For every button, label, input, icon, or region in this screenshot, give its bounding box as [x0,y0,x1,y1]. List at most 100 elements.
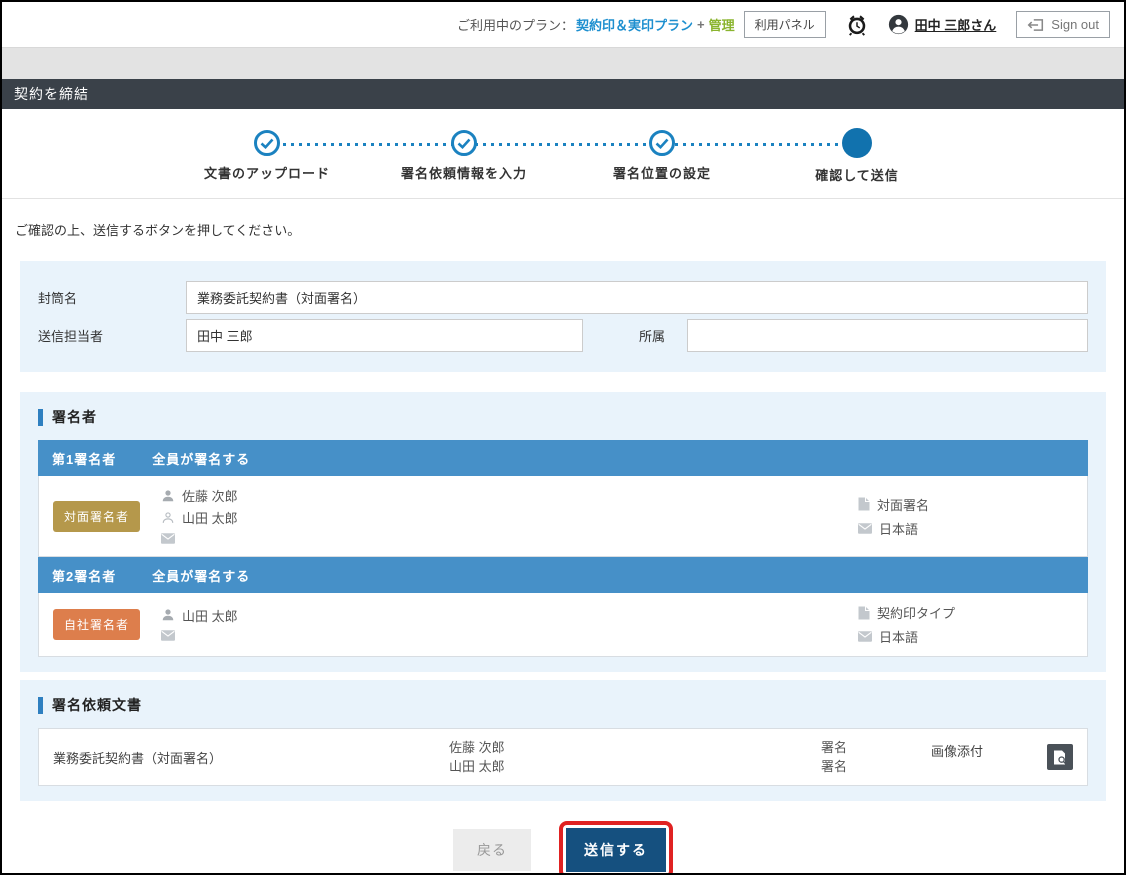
document-preview-button[interactable] [1047,744,1073,770]
signers-section-label: 署名者 [52,407,97,427]
document-signers: 佐藤 次郎 山田 太郎 [449,738,821,776]
section-title-bar [38,409,43,426]
envelope-icon [858,523,872,534]
envelope-name-input[interactable] [186,281,1088,314]
own-company-signer-badge: 自社署名者 [53,609,140,640]
document-sign-labels: 署名 署名 [821,738,931,776]
signer-email-line [161,530,858,546]
signers-panel: 署名者 第1署名者 全員が署名する 対面署名者 佐藤 次郎 [20,392,1106,672]
document-search-icon [1053,750,1067,765]
page-title-bar: 契約を締結 [2,79,1124,109]
signer-names: 山田 太郎 [161,603,858,646]
usage-panel-button[interactable]: 利用パネル [744,11,826,38]
sender-input[interactable] [186,319,583,352]
documents-section-title: 署名依頼文書 [38,695,1088,715]
language-label: 日本語 [879,627,918,646]
step-current-icon [842,128,872,158]
face-to-face-signer-badge: 対面署名者 [53,501,140,532]
page-title: 契約を締結 [14,84,89,104]
user-avatar-icon [888,14,909,35]
signer-order-label: 第1署名者 [52,449,116,468]
document-signer: 佐藤 次郎 [449,738,821,757]
step-label: 文書のアップロード [157,163,377,182]
sign-label: 署名 [821,738,931,757]
signer-name: 山田 太郎 [182,508,238,527]
signer-names: 佐藤 次郎 山田 太郎 [161,486,858,546]
signer-info: 対面署名 日本語 [858,486,1073,546]
envelope-icon [161,533,175,544]
language-line: 日本語 [858,519,1073,538]
sign-out-button[interactable]: Sign out [1016,11,1110,38]
envelope-form-panel: 封筒名 送信担当者 所属 [20,261,1106,372]
signer-group-2-header: 第2署名者 全員が署名する [38,557,1088,593]
documents-panel: 署名依頼文書 業務委託契約書（対面署名） 佐藤 次郎 山田 太郎 署名 署名 画… [20,680,1106,801]
plan-name: 契約印＆実印プラン [576,15,693,34]
signer-mode-label: 全員が署名する [152,449,250,468]
signer-name: 佐藤 次郎 [182,486,238,505]
step-done-icon [451,130,477,156]
step-request-info: 署名依頼情報を入力 [354,130,574,182]
person-icon [161,489,175,503]
envelope-name-row: 封筒名 [38,281,1088,314]
sign-type-label: 契約印タイプ [877,603,955,622]
signer-name-line: 山田 太郎 [161,606,858,625]
signer-info: 契約印タイプ 日本語 [858,603,1073,646]
step-done-icon [254,130,280,156]
send-button[interactable]: 送信する [566,828,666,872]
document-signer: 山田 太郎 [449,757,821,776]
document-row: 業務委託契約書（対面署名） 佐藤 次郎 山田 太郎 署名 署名 画像添付 [38,728,1088,786]
topbar: ご利用中のプラン： 契約印＆実印プラン + 管理 利用パネル [2,2,1124,47]
document-icon [858,497,870,511]
sub-header-strip [2,47,1124,79]
sign-out-label: Sign out [1051,17,1099,32]
current-plan: ご利用中のプラン： 契約印＆実印プラン + 管理 [457,2,735,47]
footer-actions: 戻る 送信する [2,801,1124,875]
document-name: 業務委託契約書（対面署名） [53,738,449,776]
signer-group-2-row: 自社署名者 山田 太郎 [38,593,1088,657]
user-name-link[interactable]: 田中 三郎さん [915,15,997,34]
sender-row: 送信担当者 所属 [38,319,1088,352]
send-button-highlight: 送信する [559,821,673,875]
step-label: 署名依頼情報を入力 [354,163,574,182]
department-label: 所属 [639,326,687,345]
sign-type-line: 対面署名 [858,495,1073,514]
document-icon [858,606,870,620]
language-label: 日本語 [879,519,918,538]
alarm-clock-icon[interactable] [846,14,868,36]
envelope-icon [858,631,872,642]
sign-out-icon [1027,18,1044,32]
plan-admin: 管理 [709,15,735,34]
department-input[interactable] [687,319,1088,352]
language-line: 日本語 [858,627,1073,646]
topbar-controls: 利用パネル 田中 [744,11,1110,38]
person-outline-icon [161,511,175,525]
back-button[interactable]: 戻る [453,829,531,871]
sign-type-label: 対面署名 [877,495,929,514]
step-upload: 文書のアップロード [157,130,377,182]
step-sign-position: 署名位置の設定 [552,130,772,182]
step-label: 署名位置の設定 [552,163,772,182]
plan-prefix: ご利用中のプラン： [457,15,574,34]
sender-label: 送信担当者 [38,326,186,345]
signer-email-line [161,628,858,644]
signer-name-line: 山田 太郎 [161,508,858,527]
document-preview [1047,738,1073,776]
step-confirm-send: 確認して送信 [747,130,967,184]
envelope-icon [161,630,175,641]
step-done-icon [649,130,675,156]
sign-type-line: 契約印タイプ [858,603,1073,622]
progress-stepper: 文書のアップロード 署名依頼情報を入力 署名位置の設定 確認して送信 [2,109,1124,199]
signer-mode-label: 全員が署名する [152,566,250,585]
signer-badge-col: 自社署名者 [53,603,161,646]
step-label: 確認して送信 [747,165,967,184]
documents-section-label: 署名依頼文書 [52,695,142,715]
envelope-name-label: 封筒名 [38,288,186,307]
instruction-text: ご確認の上、送信するボタンを押してください。 [2,199,1124,239]
signer-group-1-header: 第1署名者 全員が署名する [38,440,1088,476]
section-title-bar [38,697,43,714]
user-menu[interactable]: 田中 三郎さん [888,14,997,35]
signer-group-1-row: 対面署名者 佐藤 次郎 山田 太郎 [38,476,1088,557]
signer-order-label: 第2署名者 [52,566,116,585]
signer-badge-col: 対面署名者 [53,486,161,546]
signers-section-title: 署名者 [38,407,1088,427]
